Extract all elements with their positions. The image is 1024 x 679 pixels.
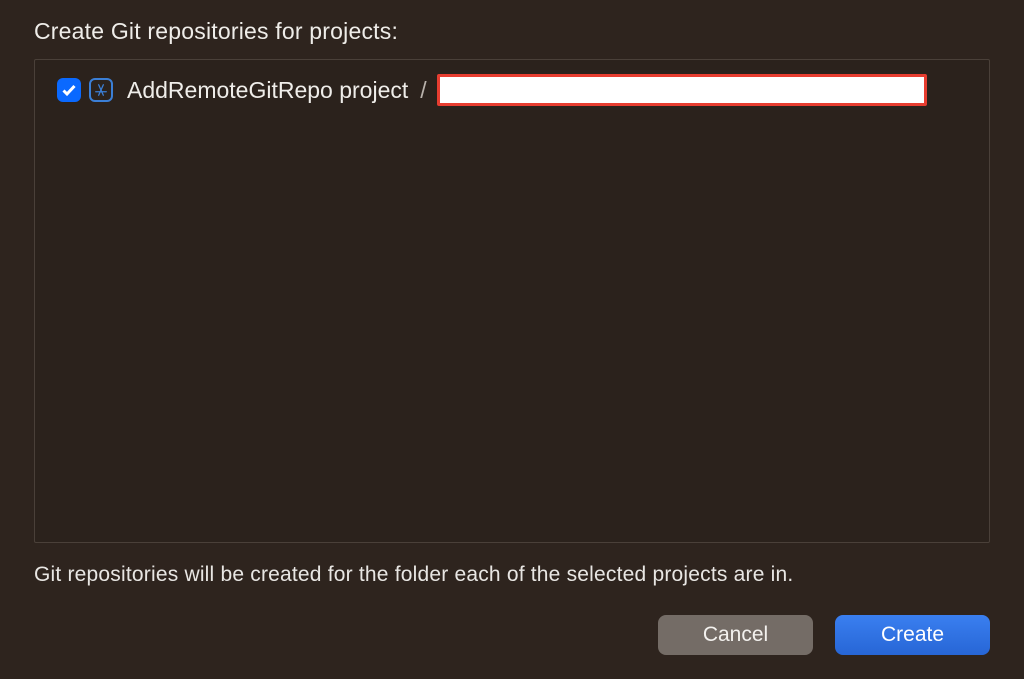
create-git-repos-dialog: Create Git repositories for projects: [0,0,1024,679]
project-checkbox[interactable] [57,78,81,102]
info-text: Git repositories will be created for the… [34,563,990,587]
app-store-icon [89,78,113,102]
project-row: AddRemoteGitRepo project / [57,74,967,106]
checkmark-icon [61,82,77,98]
project-list: AddRemoteGitRepo project / [34,59,990,543]
cancel-button[interactable]: Cancel [658,615,813,655]
project-name-label: AddRemoteGitRepo project [127,77,408,104]
button-row: Cancel Create [34,615,990,655]
project-path-input[interactable] [437,74,927,106]
path-separator: / [420,77,426,104]
create-button[interactable]: Create [835,615,990,655]
dialog-heading: Create Git repositories for projects: [34,18,990,45]
